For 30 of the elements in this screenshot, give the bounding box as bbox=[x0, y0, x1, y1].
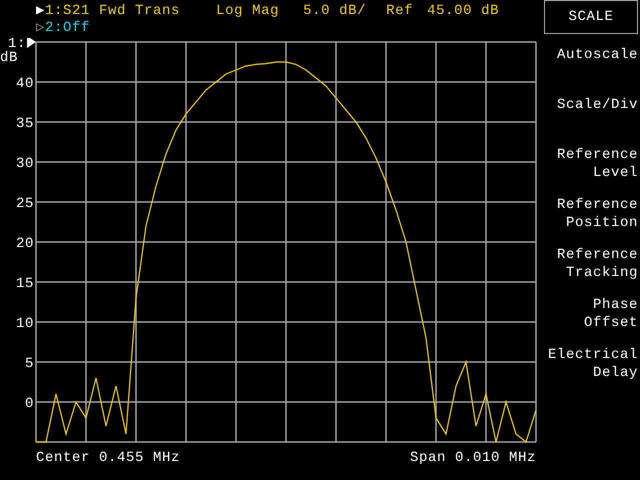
format-label: Log Mag bbox=[216, 3, 280, 20]
softkey[interactable]: Reference Position bbox=[544, 196, 638, 246]
y-tick-label: 35 bbox=[16, 116, 34, 132]
y-tick-label: 40 bbox=[16, 76, 34, 92]
softkey[interactable]: Reference Level bbox=[544, 146, 638, 196]
trace-marker[interactable]: ▷ bbox=[36, 20, 46, 37]
trace-marker[interactable]: ▶ bbox=[36, 3, 46, 20]
menu-title: SCALE bbox=[544, 0, 638, 34]
ref-value: 45.00 dB bbox=[427, 3, 500, 20]
y-tick-label: 20 bbox=[16, 236, 34, 252]
trace-label: 2:Off bbox=[45, 20, 90, 37]
trace-label: 1:S21 Fwd Trans bbox=[45, 3, 180, 20]
softkey[interactable]: Phase Offset bbox=[544, 296, 638, 346]
softkey[interactable]: Autoscale bbox=[544, 46, 638, 96]
y-tick-label: 10 bbox=[16, 316, 34, 332]
center-frequency: Center 0.455 MHz bbox=[36, 450, 180, 466]
softkey[interactable]: Scale/Div bbox=[544, 96, 638, 146]
scale-value: 5.0 dB/ bbox=[303, 3, 366, 20]
y-tick-label: 5 bbox=[24, 356, 34, 372]
span-frequency: Span 0.010 MHz bbox=[410, 450, 536, 466]
softkey[interactable]: Reference Tracking bbox=[544, 246, 638, 296]
channel-label: 1: bbox=[8, 38, 26, 52]
softkey[interactable]: Electrical Delay bbox=[544, 346, 638, 396]
y-tick-label: 15 bbox=[16, 276, 34, 292]
y-tick-label: 30 bbox=[16, 156, 34, 172]
unit-label: dB bbox=[0, 50, 18, 66]
y-tick-label: 25 bbox=[16, 196, 34, 212]
ref-label: Ref bbox=[386, 3, 414, 20]
reference-pointer-icon bbox=[27, 38, 36, 48]
y-tick-label: 0 bbox=[24, 396, 34, 412]
